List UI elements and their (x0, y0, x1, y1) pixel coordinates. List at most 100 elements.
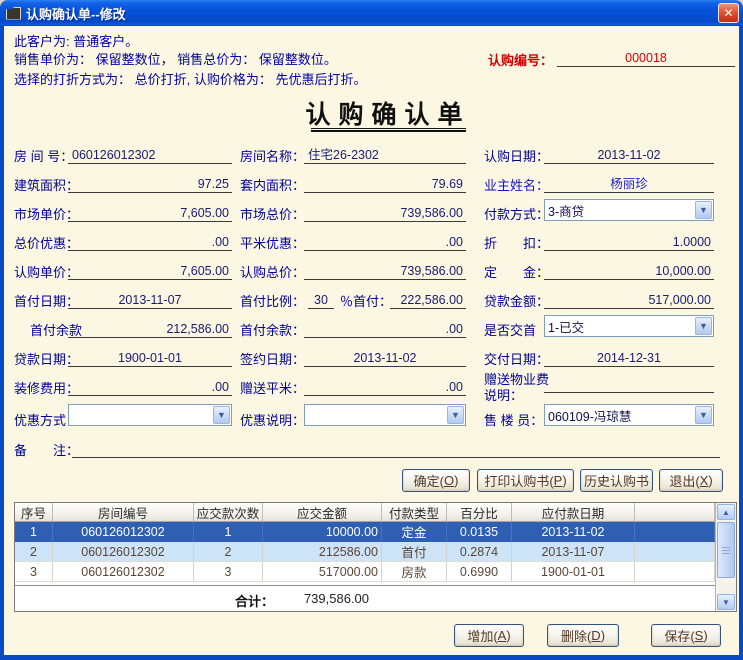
inner-area-field[interactable]: 79.69 (304, 176, 466, 193)
salesperson-value: 060109-冯琼慧 (545, 406, 694, 425)
header-installment: 应交款次数 (194, 503, 263, 521)
remark-label: 备 注： (14, 440, 79, 459)
payment-schedule-table: 序号 房间编号 应交款次数 应交金额 付款类型 百分比 应付款日期 1 0601… (14, 502, 737, 612)
owner-name-field[interactable]: 杨丽珍 (544, 176, 714, 193)
loan-date-field[interactable]: 1900-01-01 (68, 350, 232, 367)
owner-name-label: 业主姓名： (484, 175, 549, 194)
discount-field[interactable]: 1.0000 (544, 234, 714, 251)
form-title-rule (311, 128, 466, 132)
purchase-total-field[interactable]: 739,586.00 (304, 263, 466, 280)
dropdown-arrow-icon[interactable]: ▼ (213, 406, 230, 424)
table-row[interactable]: 1 060126012302 1 10000.00 定金 0.0135 2013… (15, 522, 715, 542)
delete-button[interactable]: 删除(D) (547, 624, 619, 647)
dropdown-arrow-icon[interactable]: ▼ (447, 406, 464, 424)
downpay-unit-label: ％首付： (340, 291, 392, 310)
header-room-no: 房间编号 (53, 503, 194, 521)
table-total-row: 合计： 739,586.00 (15, 585, 715, 611)
is-downpaid-label: 是否交首 (484, 320, 536, 339)
total-value: 739,586.00 (277, 591, 396, 606)
scrollbar-thumb[interactable] (717, 522, 735, 578)
inner-area-label: 套内面积： (240, 175, 305, 194)
salesperson-combo[interactable]: 060109-冯琼慧 ▼ (544, 404, 714, 426)
is-downpaid-value: 1-已交 (545, 317, 694, 336)
is-downpaid-combo[interactable]: 1-已交 ▼ (544, 315, 714, 337)
sign-date-label: 签约日期： (240, 349, 305, 368)
table-header-row: 序号 房间编号 应交款次数 应交金额 付款类型 百分比 应付款日期 (15, 503, 715, 522)
discount-note-label: 优惠说明： (240, 410, 305, 429)
header-percent: 百分比 (447, 503, 512, 521)
exit-button[interactable]: 退出(X) (659, 469, 723, 492)
downpay-amount-field[interactable]: 222,586.00 (390, 292, 466, 309)
pay-method-combo[interactable]: 3-商贷 ▼ (544, 199, 714, 221)
downpay-ratio-field[interactable]: 30 (308, 292, 334, 309)
history-order-button[interactable]: 历史认购书 (580, 469, 653, 492)
order-no-label: 认购编号： (488, 50, 553, 69)
deliver-date-label: 交付日期： (484, 349, 549, 368)
total-label: 合计： (208, 591, 274, 610)
save-button[interactable]: 保存(S) (651, 624, 721, 647)
market-unit-price-field[interactable]: 7,605.00 (68, 205, 232, 222)
discount-note-combo[interactable]: ▼ (304, 404, 466, 426)
header-due-date: 应付款日期 (512, 503, 635, 521)
dropdown-arrow-icon[interactable]: ▼ (695, 406, 712, 424)
discount-method-combo[interactable]: ▼ (68, 404, 232, 426)
discount-label: 折 扣： (484, 233, 549, 252)
market-total-label: 市场总价： (240, 204, 305, 223)
title-bar: 认购确认单--修改 ✕ (0, 0, 743, 26)
downpay-ratio-label: 首付比例： (240, 291, 305, 310)
scroll-down-button[interactable]: ▼ (717, 594, 735, 610)
room-no-field[interactable]: 060126012302 (68, 147, 232, 164)
downpay-balance-mid-field[interactable]: .00 (304, 321, 466, 338)
deposit-field[interactable]: 10,000.00 (544, 263, 714, 280)
sign-date-field[interactable]: 2013-11-02 (304, 350, 466, 367)
deliver-date-field[interactable]: 2014-12-31 (544, 350, 714, 367)
close-icon: ✕ (723, 6, 733, 20)
purchase-date-label: 认购日期： (484, 146, 549, 165)
close-button[interactable]: ✕ (718, 3, 739, 23)
scroll-down-icon: ▼ (722, 598, 730, 607)
table-row[interactable]: 2 060126012302 2 212586.00 首付 0.2874 201… (15, 542, 715, 562)
total-discount-field[interactable]: .00 (68, 234, 232, 251)
scroll-up-icon: ▲ (722, 508, 730, 517)
gift-sqm-label: 赠送平米： (240, 378, 305, 397)
scroll-up-button[interactable]: ▲ (717, 504, 735, 520)
build-area-field[interactable]: 97.25 (68, 176, 232, 193)
order-no-field[interactable]: 000018 (557, 50, 735, 67)
decoration-fee-field[interactable]: .00 (68, 379, 232, 396)
table-grid: 序号 房间编号 应交款次数 应交金额 付款类型 百分比 应付款日期 1 0601… (15, 503, 715, 611)
scrollbar-grip-icon (722, 547, 730, 555)
purchase-unit-price-field[interactable]: 7,605.00 (68, 263, 232, 280)
form-title: 认购确认单 (283, 95, 493, 131)
purchase-date-field[interactable]: 2013-11-02 (544, 147, 714, 164)
table-row[interactable]: 3 060126012302 3 517000.00 房款 0.6990 190… (15, 562, 715, 582)
room-name-field[interactable]: 住宅26-2302 (304, 147, 466, 164)
market-total-field[interactable]: 739,586.00 (304, 205, 466, 222)
room-name-label: 房间名称： (240, 146, 305, 165)
downpay-date-field[interactable]: 2013-11-07 (68, 292, 232, 309)
dropdown-arrow-icon[interactable]: ▼ (695, 317, 712, 335)
remark-field[interactable] (72, 441, 720, 458)
sqm-discount-field[interactable]: .00 (304, 234, 466, 251)
customer-type-text: 此客户为: 普通客户。 (14, 31, 138, 50)
header-amount: 应交金额 (263, 503, 382, 521)
table-scrollbar[interactable]: ▲ ▼ (715, 503, 736, 611)
dropdown-arrow-icon[interactable]: ▼ (695, 201, 712, 219)
window-title: 认购确认单--修改 (26, 4, 718, 23)
loan-amount-label: 贷款金额： (484, 291, 549, 310)
room-no-label: 房 间 号： (14, 146, 73, 165)
confirm-button[interactable]: 确定(O) (402, 469, 470, 492)
downpay-balance-left-field[interactable]: 212,586.00 (68, 321, 232, 338)
sqm-discount-label: 平米优惠： (240, 233, 305, 252)
dialog-window: 认购确认单--修改 ✕ 此客户为: 普通客户。 销售单价为： 保留整数位， 销售… (0, 0, 743, 660)
gift-property-fee-field[interactable] (544, 376, 714, 393)
deposit-label: 定 金： (484, 262, 549, 281)
purchase-total-label: 认购总价： (240, 262, 305, 281)
price-rounding-text: 销售单价为： 保留整数位， 销售总价为： 保留整数位。 (14, 49, 337, 68)
discount-mode-text: 选择的打折方式为： 总价打折, 认购价格为： 先优惠后打折。 (14, 69, 366, 88)
loan-amount-field[interactable]: 517,000.00 (544, 292, 714, 309)
print-order-button[interactable]: 打印认购书(P) (477, 469, 574, 492)
downpay-balance-mid-label: 首付余款： (240, 320, 305, 339)
salesperson-label: 售 楼 员： (484, 410, 543, 429)
add-button[interactable]: 增加(A) (454, 624, 524, 647)
gift-sqm-field[interactable]: .00 (304, 379, 466, 396)
